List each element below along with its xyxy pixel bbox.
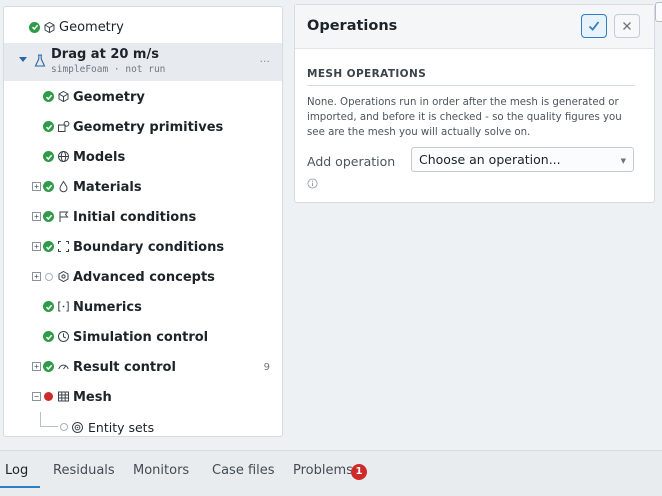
- tree-item-geometry[interactable]: Geometry: [4, 82, 282, 112]
- tree-item-label: Boundary conditions: [73, 239, 225, 255]
- status-ok-icon: [43, 301, 54, 312]
- tree-item-entity-sets[interactable]: Entity sets: [4, 412, 282, 436]
- hexagon-icon: [57, 270, 70, 283]
- collapse-toggle[interactable]: −: [32, 392, 41, 401]
- flask-icon: [34, 54, 46, 67]
- status-ok-icon: [43, 331, 54, 342]
- case-subtitle: simpleFoam · not run: [51, 64, 166, 75]
- section-description: None. Operations run in order after the …: [307, 97, 622, 138]
- status-ok-icon: [43, 361, 54, 372]
- tree-item-boundary-conditions[interactable]: + Boundary conditions: [4, 232, 282, 262]
- chevron-down-icon: ▼: [620, 157, 626, 165]
- close-icon: [623, 22, 631, 30]
- tree-item-materials[interactable]: + Materials: [4, 172, 282, 202]
- tree-item-label: Geometry primitives: [73, 119, 224, 135]
- cube-icon: [43, 21, 56, 34]
- tree-item-label: Initial conditions: [73, 209, 197, 225]
- tree-item-label: Simulation control: [73, 329, 209, 345]
- tree-item-simulation-control[interactable]: Simulation control: [4, 322, 282, 352]
- status-empty-icon: [45, 273, 53, 281]
- status-error-icon: [44, 392, 53, 401]
- close-button[interactable]: [614, 14, 640, 38]
- panel-title: Operations: [307, 18, 398, 34]
- operations-panel: Operations MESH OPERATIONS None. Operati…: [294, 4, 655, 203]
- expand-toggle[interactable]: +: [32, 272, 41, 281]
- tree-item-mesh[interactable]: − Mesh: [4, 382, 282, 412]
- status-ok-icon: [29, 21, 40, 33]
- tab-log[interactable]: Log: [5, 463, 28, 478]
- globe-icon: [57, 150, 70, 163]
- boundary-icon: [57, 240, 70, 253]
- tree-item-models[interactable]: Models: [4, 142, 282, 172]
- section-title: MESH OPERATIONS: [307, 68, 427, 80]
- tree-item-label: Numerics: [73, 299, 142, 315]
- tree-item-label: Entity sets: [88, 419, 155, 435]
- tab-monitors[interactable]: Monitors: [133, 463, 189, 478]
- tree-item-initial-conditions[interactable]: + Initial conditions: [4, 202, 282, 232]
- active-tab-indicator: [0, 486, 40, 488]
- more-options-icon[interactable]: ···: [260, 55, 271, 68]
- tree-item-label: Geometry: [73, 89, 145, 105]
- drop-icon: [57, 180, 70, 193]
- check-icon: [588, 21, 600, 31]
- status-ok-icon: [43, 151, 54, 162]
- tree-item-label: Geometry: [59, 19, 124, 35]
- grid-icon: [57, 390, 70, 403]
- add-operation-label: Add operation: [307, 154, 396, 169]
- expand-toggle[interactable]: +: [32, 362, 41, 371]
- add-operation-select[interactable]: Choose an operation... ▼: [411, 147, 634, 172]
- flag-icon: [57, 210, 70, 223]
- tree-item-label: Result control: [73, 359, 176, 375]
- target-icon: [71, 421, 84, 434]
- status-empty-icon: [60, 423, 68, 431]
- numerics-icon: [57, 300, 70, 313]
- clock-icon: [57, 330, 70, 343]
- expand-toggle[interactable]: +: [32, 212, 41, 221]
- status-ok-icon: [43, 91, 54, 102]
- tree-item-geometry-root[interactable]: Geometry: [4, 12, 282, 42]
- tree-item-result-control[interactable]: + Result control 9: [4, 352, 282, 382]
- tree-item-label: Models: [73, 149, 126, 165]
- tree-item-numerics[interactable]: Numerics: [4, 292, 282, 322]
- status-ok-icon: [43, 241, 54, 252]
- tree-item-geometry-primitives[interactable]: Geometry primitives: [4, 112, 282, 142]
- divider: [307, 85, 635, 86]
- shapes-icon: [57, 120, 70, 133]
- tab-label: Problems: [293, 463, 353, 478]
- expand-toggle[interactable]: +: [32, 242, 41, 251]
- apply-button[interactable]: [581, 14, 607, 38]
- info-icon[interactable]: [307, 178, 318, 189]
- tree-item-advanced-concepts[interactable]: + Advanced concepts: [4, 262, 282, 292]
- bottom-tab-bar: Log Residuals Monitors Case files Proble…: [0, 450, 662, 496]
- gauge-icon: [57, 360, 70, 373]
- status-ok-icon: [43, 211, 54, 222]
- case-tree-panel: Geometry Drag at 20 m/s simpleFoam · not…: [3, 6, 283, 437]
- operations-header: Operations: [295, 5, 654, 49]
- caret-down-icon[interactable]: [19, 57, 27, 62]
- problems-count-badge: 1: [351, 464, 367, 480]
- corner-button[interactable]: [655, 2, 662, 22]
- tree-item-label: Advanced concepts: [73, 269, 215, 285]
- status-ok-icon: [43, 181, 54, 192]
- expand-toggle[interactable]: +: [32, 182, 41, 191]
- case-title: Drag at 20 m/s: [51, 47, 159, 62]
- tree-item-label: Materials: [73, 179, 142, 195]
- select-value: Choose an operation...: [419, 152, 561, 167]
- item-count: 9: [263, 361, 270, 373]
- cube-icon: [57, 90, 70, 103]
- case-row[interactable]: Drag at 20 m/s simpleFoam · not run ···: [4, 43, 282, 81]
- status-ok-icon: [43, 121, 54, 132]
- tab-case-files[interactable]: Case files: [212, 463, 275, 478]
- tab-problems[interactable]: Problems 1: [293, 463, 367, 480]
- tab-residuals[interactable]: Residuals: [53, 463, 115, 478]
- tree-item-label: Mesh: [73, 389, 112, 405]
